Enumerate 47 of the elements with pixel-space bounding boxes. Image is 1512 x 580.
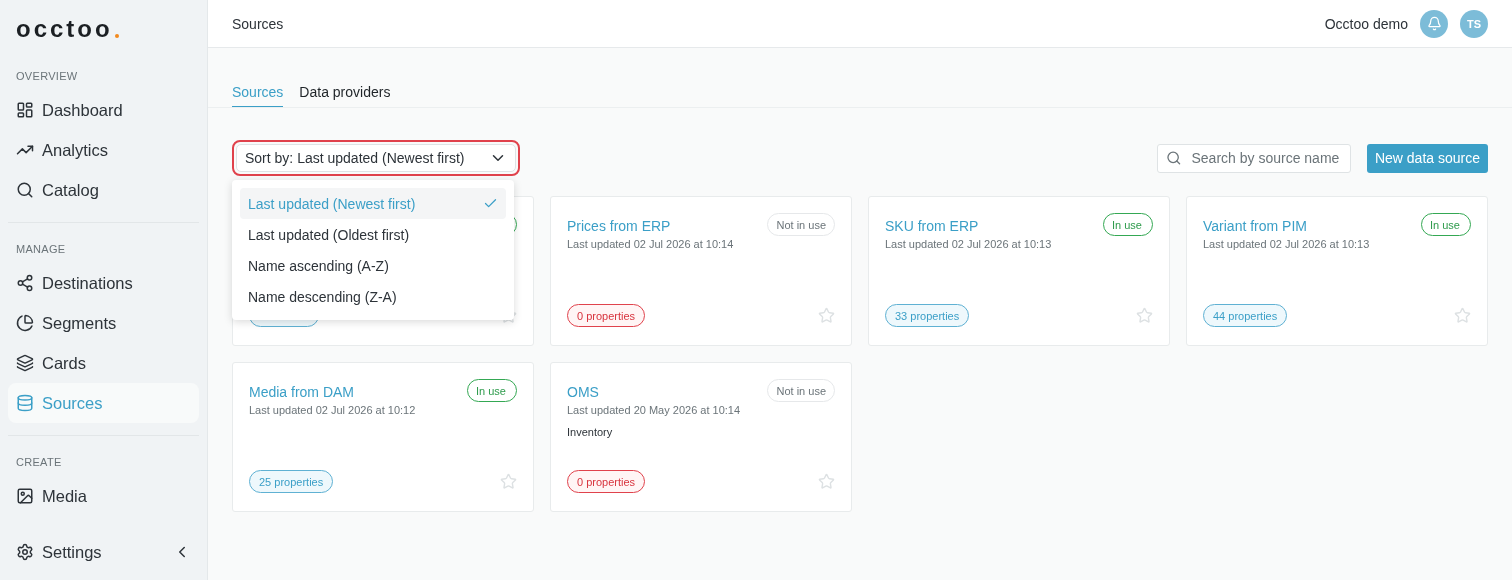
last-updated: Last updated 02 Jul 2026 at 10:14 [567, 238, 735, 250]
search-icon [1165, 149, 1182, 167]
sort-dropdown[interactable]: Sort by: Last updated (Newest first) [236, 144, 516, 172]
section-heading: OVERVIEW [15, 69, 79, 84]
nav-item[interactable]: Dashboard [8, 90, 199, 130]
last-updated: Last updated 02 Jul 2026 at 10:13 [1203, 238, 1371, 250]
nav-item[interactable]: Analytics [8, 130, 199, 170]
nav-item[interactable]: Destinations [8, 263, 199, 303]
source-card[interactable]: Prices from ERP Not in use Last updated 02 Jul 2026 at 10:14 0 properties [550, 196, 852, 346]
notification-button[interactable] [1420, 9, 1448, 38]
properties-badge: 33 properties [885, 304, 970, 327]
sort-option[interactable]: Last updated (Oldest first) [240, 219, 506, 250]
image-icon [16, 487, 34, 505]
settings-icon [16, 543, 34, 561]
last-updated: Last updated 02 Jul 2026 at 10:12 [249, 404, 417, 416]
properties-badge: 0 properties [567, 470, 646, 493]
nav-item[interactable]: Catalog [8, 170, 199, 210]
sort-option[interactable]: Name ascending (A-Z) [240, 250, 506, 281]
properties-badge: 0 properties [567, 304, 646, 327]
nav-item[interactable]: Settings [8, 532, 199, 572]
account-name: Occtoo demo [1324, 15, 1408, 32]
nav-item[interactable]: Cards [8, 343, 199, 383]
pie-chart-icon [16, 314, 34, 332]
dashboard-icon [16, 101, 34, 119]
share-icon [16, 274, 34, 292]
section-heading: CREATE [15, 455, 63, 470]
properties-badge: 25 properties [249, 470, 334, 493]
sort-option[interactable]: Name descending (Z-A) [240, 281, 506, 312]
source-card[interactable]: Media from DAM In use Last updated 02 Jul 2026 at 10:12 25 properties [232, 362, 534, 512]
nav-item[interactable]: Media [8, 476, 199, 516]
search-icon [16, 181, 34, 199]
bell-icon [1426, 16, 1442, 31]
tab[interactable]: Data providers [299, 84, 391, 107]
section-heading: MANAGE [15, 242, 67, 257]
search-field[interactable]: Search by source name [1156, 143, 1351, 173]
source-card[interactable]: OMS Not in use Last updated 20 May 2026 at 10:14 Inventory 0 properties [550, 362, 852, 512]
last-updated: Last updated 20 May 2026 at 10:14 [567, 404, 742, 416]
last-updated: Last updated 02 Jul 2026 at 10:13 [885, 238, 1053, 250]
database-icon [16, 394, 34, 412]
source-card[interactable]: SKU from ERP In use Last updated 02 Jul 2026 at 10:13 33 properties [868, 196, 1170, 346]
cards-icon [16, 354, 34, 372]
source-card[interactable]: Variant from PIM In use Last updated 02 Jul 2026 at 10:13 44 properties [1186, 196, 1488, 346]
nav-item[interactable]: Segments [8, 303, 199, 343]
card-description: Inventory [567, 426, 614, 438]
page-title: Sources [232, 15, 284, 32]
properties-badge: 44 properties [1203, 304, 1288, 327]
logo: occtoo [8, 0, 199, 58]
